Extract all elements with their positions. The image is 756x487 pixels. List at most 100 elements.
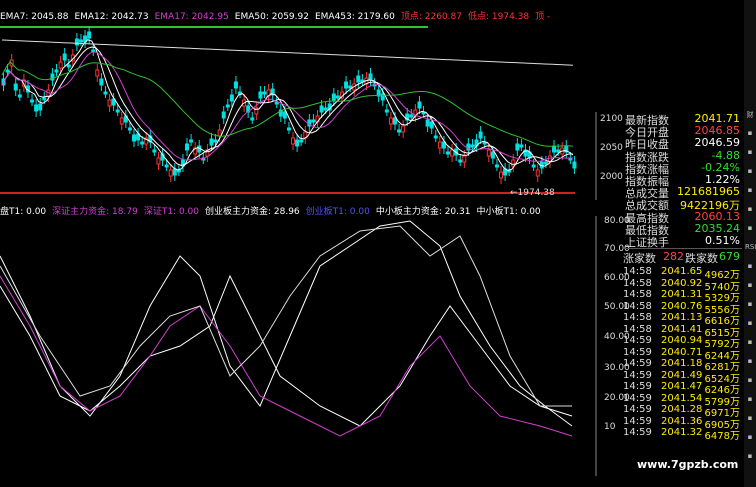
tick-time: 14:58 (623, 312, 652, 324)
side-tab[interactable]: ▪ (745, 186, 755, 200)
side-toolbar: 财 ▪ ▪ ▪ ▪ ▪ ▪ RSI ▪ ▪ ▪ ▪ ▪ ▪ ▪ ▪ ▪ ▪ ▪ (744, 0, 756, 487)
candle (417, 96, 422, 114)
tick-price: 2041.65 (661, 266, 703, 278)
candle (107, 94, 112, 112)
quote-value: 2046.85 (694, 124, 741, 138)
tick-time: 14:59 (623, 404, 652, 416)
tick-price: 2041.28 (661, 404, 703, 416)
chinext-flow-line (0, 274, 573, 427)
side-tab[interactable]: RSI (745, 243, 756, 257)
fund-flow-oscillator[interactable] (0, 216, 600, 476)
quote-value: 2041.71 (694, 112, 741, 125)
candle (552, 140, 557, 158)
candle (368, 68, 373, 86)
tick-price: 2040.94 (661, 335, 703, 347)
side-tab[interactable]: ▪ (745, 395, 755, 409)
tick-price: 2041.54 (661, 392, 703, 404)
candle (233, 76, 238, 94)
side-tab[interactable]: ▪ (745, 433, 755, 447)
quote-panel: 最新指数 2041.71 今日开盘 2046.85 昨日收盘 2046.59 指数涨跌 -4.… (595, 112, 742, 487)
tick-price: 2041.31 (661, 289, 703, 301)
side-tab[interactable]: ▪ (745, 452, 755, 466)
side-tab[interactable]: ▪ (745, 300, 755, 314)
candle (450, 144, 455, 162)
tick-time: 14:59 (623, 369, 652, 381)
side-tab[interactable]: ▪ (745, 357, 755, 371)
candle (136, 128, 141, 146)
tick-time: 14:59 (623, 335, 652, 347)
candle (205, 144, 210, 162)
tick-price: 2040.71 (661, 346, 703, 358)
tick-price: 2041.49 (661, 369, 703, 381)
candle (74, 33, 79, 51)
side-tab[interactable]: ▪ (745, 129, 755, 143)
candle (535, 164, 540, 182)
tick-price: 2041.41 (661, 323, 703, 335)
candle (87, 26, 92, 44)
tick-time: 14:58 (623, 300, 652, 312)
chart-divider-red (0, 192, 575, 194)
candle (189, 134, 194, 146)
candle (99, 73, 104, 91)
candle (527, 146, 532, 164)
candle (547, 150, 552, 168)
quote-value: 0.51% (705, 234, 740, 247)
tick-price: 2040.76 (661, 300, 703, 312)
side-tab[interactable]: ▪ (745, 414, 755, 428)
candle (131, 129, 136, 147)
side-tab[interactable]: ▪ (745, 167, 755, 181)
tick-time: 14:58 (623, 323, 652, 335)
tick-time: 14:59 (623, 427, 652, 439)
side-tab[interactable]: 财 (745, 110, 755, 124)
ema453-line (1, 39, 573, 66)
candle (221, 106, 226, 124)
candle (78, 34, 83, 46)
candlestick-chart[interactable] (0, 0, 600, 200)
candle (13, 78, 18, 96)
tick-time: 14:58 (623, 277, 652, 289)
tick-time: 14:58 (623, 289, 652, 301)
candle (433, 130, 438, 142)
quote-value: 2046.59 (694, 136, 741, 150)
down-count: 679 (719, 250, 740, 264)
side-tab[interactable]: ▪ (745, 376, 755, 390)
side-tab[interactable]: ▪ (745, 224, 755, 238)
candle (503, 163, 508, 181)
tick-time: 14:59 (623, 358, 652, 370)
candle (303, 126, 308, 144)
candle (62, 48, 67, 66)
candle (160, 148, 165, 166)
candle (360, 74, 365, 86)
candle (291, 132, 296, 150)
candle (437, 136, 442, 154)
candle (95, 64, 100, 82)
tick-price: 2041.32 (661, 427, 703, 439)
side-tab[interactable]: ▪ (745, 281, 755, 295)
candle (172, 163, 177, 181)
candle (180, 154, 185, 172)
candle (446, 146, 451, 158)
candle (315, 110, 320, 128)
candle (66, 59, 71, 71)
candle (34, 99, 39, 117)
candle (225, 99, 230, 111)
candle (30, 94, 35, 106)
side-tab[interactable]: ▪ (745, 148, 755, 162)
candle (50, 68, 55, 86)
side-tab[interactable]: ▪ (745, 319, 755, 333)
candle (299, 134, 304, 146)
up-count-label: 涨家数 (623, 252, 656, 266)
tick-row: 14:59 2041.32 6478万 (595, 427, 742, 443)
candle (486, 144, 491, 162)
candle (499, 166, 504, 184)
tick-volume: 6478万 (704, 431, 740, 443)
side-tab[interactable]: ▪ (745, 338, 755, 352)
candle (478, 126, 483, 144)
low-marker: ←1974.38 (510, 188, 555, 198)
shanghai-flow-line (0, 220, 573, 427)
panel-divider (623, 248, 742, 250)
candle (278, 104, 283, 122)
tick-price: 2041.47 (661, 381, 703, 393)
side-tab[interactable]: ▪ (745, 205, 755, 219)
side-tab[interactable]: ▪ (745, 262, 755, 276)
